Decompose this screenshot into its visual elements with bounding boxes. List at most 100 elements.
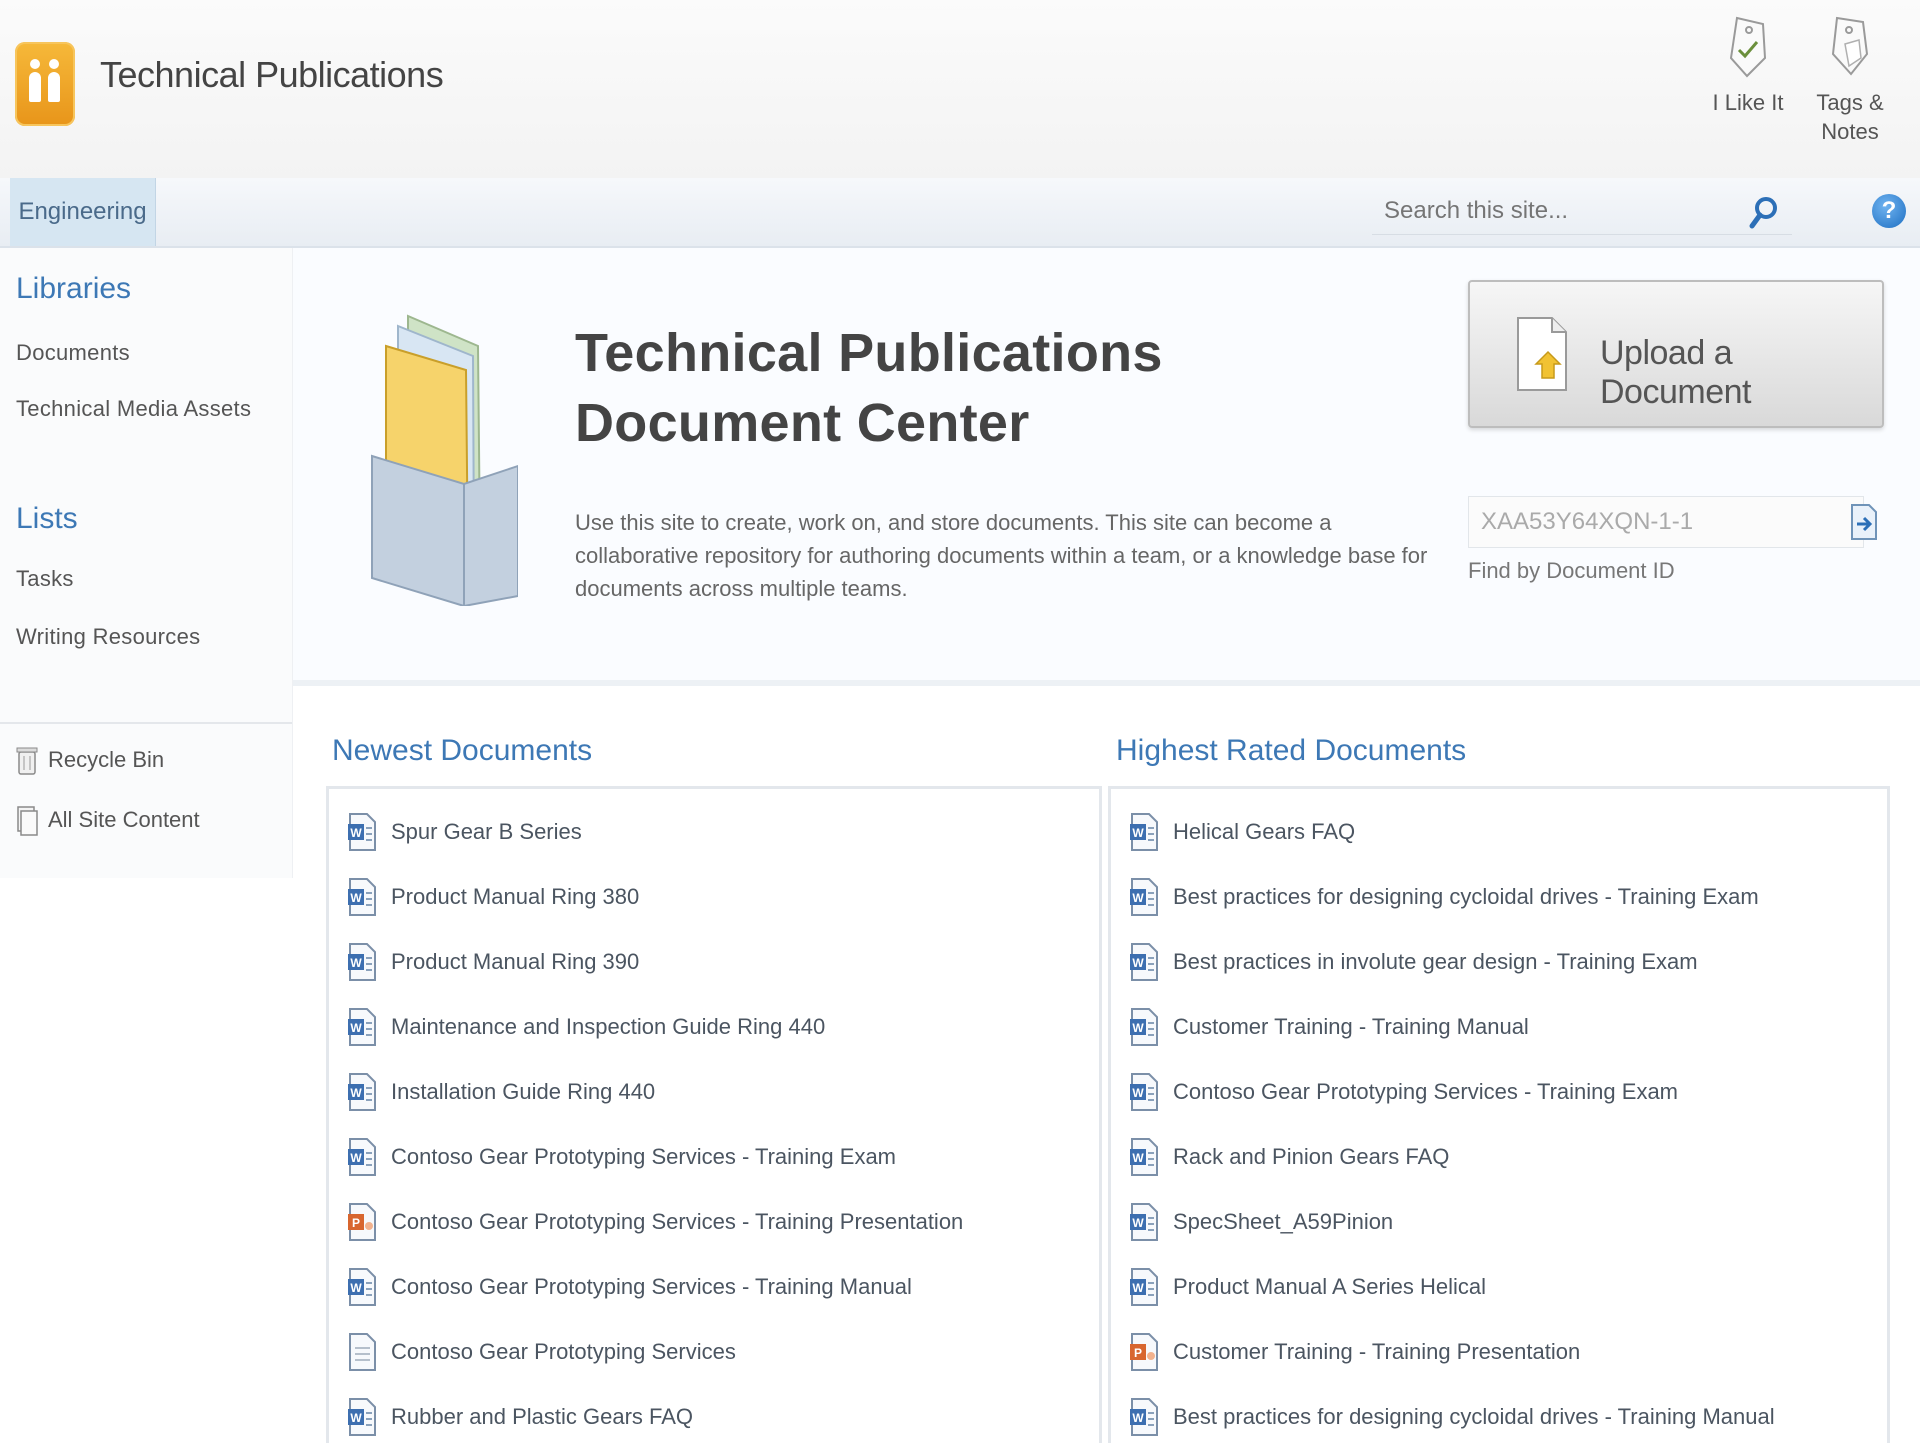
- highest-rated-document-item[interactable]: W Rack and Pinion Gears FAQ: [1129, 1132, 1449, 1182]
- svg-text:W: W: [350, 891, 362, 905]
- highest-rated-document-item-label[interactable]: Best practices in involute gear design -…: [1173, 949, 1698, 975]
- highest-rated-document-item[interactable]: W Customer Training - Training Manual: [1129, 1002, 1529, 1052]
- svg-text:W: W: [350, 956, 362, 970]
- upload-document-label: Upload a Document: [1600, 334, 1751, 411]
- highest-rated-document-item-label[interactable]: Rack and Pinion Gears FAQ: [1173, 1144, 1449, 1170]
- lists-heading[interactable]: Lists: [16, 502, 78, 536]
- newest-document-item-label[interactable]: Installation Guide Ring 440: [391, 1079, 655, 1105]
- highest-rated-document-item[interactable]: W Helical Gears FAQ: [1129, 807, 1355, 857]
- tags-notes-button[interactable]: Tags & Notes: [1802, 14, 1898, 146]
- document-id-input[interactable]: [1468, 496, 1864, 548]
- search-icon[interactable]: [1744, 194, 1782, 232]
- word-doc-icon: W: [1130, 1008, 1158, 1046]
- newest-document-item-label[interactable]: Contoso Gear Prototyping Services - Trai…: [391, 1144, 896, 1170]
- word-doc-icon: W: [348, 878, 376, 916]
- page-title: Technical Publications Document Center: [575, 323, 1163, 453]
- highest-rated-document-item-label[interactable]: Customer Training - Training Manual: [1173, 1014, 1529, 1040]
- highest-rated-documents-title[interactable]: Highest Rated Documents: [1116, 734, 1466, 768]
- recycle-bin-link[interactable]: Recycle Bin: [16, 744, 164, 776]
- highest-rated-document-item[interactable]: W Best practices for designing cycloidal …: [1129, 872, 1759, 922]
- highest-rated-document-item-label[interactable]: Contoso Gear Prototyping Services - Trai…: [1173, 1079, 1678, 1105]
- highest-rated-documents-list: W Helical Gears FAQ W Best practices for de…: [1108, 786, 1890, 1443]
- help-icon[interactable]: ?: [1872, 194, 1906, 228]
- newest-document-item-label[interactable]: Contoso Gear Prototyping Services - Trai…: [391, 1274, 912, 1300]
- newest-document-item-label[interactable]: Contoso Gear Prototyping Services: [391, 1339, 736, 1365]
- newest-document-item-label[interactable]: Product Manual Ring 380: [391, 884, 639, 910]
- newest-document-item[interactable]: Contoso Gear Prototyping Services: [347, 1327, 736, 1377]
- recycle-bin-icon: [16, 747, 38, 775]
- leftnav-item-writing-resources[interactable]: Writing Resources: [16, 624, 200, 650]
- highest-rated-document-item-label[interactable]: Best practices for designing cycloidal d…: [1173, 1404, 1775, 1430]
- newest-document-item-label[interactable]: Product Manual Ring 390: [391, 949, 639, 975]
- document-id-label: Find by Document ID: [1468, 558, 1675, 583]
- word-doc-icon: W: [1130, 1268, 1158, 1306]
- highest-rated-document-item[interactable]: W Best practices for designing cycloidal …: [1129, 1392, 1775, 1442]
- word-doc-icon: W: [348, 1008, 376, 1046]
- newest-document-item[interactable]: W Contoso Gear Prototyping Services - Tra…: [347, 1262, 912, 1312]
- highest-rated-document-item[interactable]: W Contoso Gear Prototyping Services - Tra…: [1129, 1067, 1678, 1117]
- word-doc-icon: W: [1130, 1203, 1158, 1241]
- tag-icon: [1831, 16, 1869, 76]
- word-doc-icon: W: [348, 1073, 376, 1111]
- highest-rated-document-item-label[interactable]: Helical Gears FAQ: [1173, 819, 1355, 845]
- svg-text:W: W: [1132, 1021, 1144, 1035]
- newest-documents-title[interactable]: Newest Documents: [332, 734, 592, 768]
- find-document-go-icon[interactable]: [1849, 502, 1879, 542]
- leftnav-item-tasks[interactable]: Tasks: [16, 566, 74, 592]
- all-site-content-label: All Site Content: [48, 807, 200, 832]
- highest-rated-document-item-label[interactable]: Product Manual A Series Helical: [1173, 1274, 1486, 1300]
- generic-doc-icon: [349, 1333, 376, 1371]
- newest-document-item[interactable]: W Spur Gear B Series: [347, 807, 582, 857]
- newest-document-item-label[interactable]: Contoso Gear Prototyping Services - Trai…: [391, 1209, 963, 1235]
- welcome-panel: Technical Publications Document Center U…: [293, 248, 1920, 686]
- highest-rated-document-item-label[interactable]: Best practices for designing cycloidal d…: [1173, 884, 1759, 910]
- tab-engineering[interactable]: Engineering: [10, 178, 156, 246]
- highest-rated-document-item[interactable]: W Best practices in involute gear design …: [1129, 937, 1698, 987]
- left-navigation: Libraries Documents Technical Media Asse…: [0, 248, 293, 878]
- svg-text:W: W: [350, 826, 362, 840]
- recycle-bin-label: Recycle Bin: [48, 747, 165, 772]
- newest-document-item[interactable]: W Product Manual Ring 390: [347, 937, 639, 987]
- highest-rated-document-item[interactable]: W Product Manual A Series Helical: [1129, 1262, 1486, 1312]
- newest-document-item[interactable]: W Product Manual Ring 380: [347, 872, 639, 922]
- libraries-heading[interactable]: Libraries: [16, 272, 131, 306]
- all-site-content-link[interactable]: All Site Content: [16, 804, 200, 836]
- i-like-it-button[interactable]: I Like It: [1700, 14, 1796, 117]
- svg-text:P: P: [1134, 1346, 1142, 1360]
- newest-document-item[interactable]: W Contoso Gear Prototyping Services - Tra…: [347, 1132, 896, 1182]
- newest-documents-list: W Spur Gear B Series W Product Manual Ring …: [326, 786, 1102, 1443]
- leftnav-divider: [0, 722, 292, 724]
- word-doc-icon: W: [1130, 1073, 1158, 1111]
- highest-rated-document-item[interactable]: W SpecSheet_A59Pinion: [1129, 1197, 1393, 1247]
- newest-document-item-label[interactable]: Maintenance and Inspection Guide Ring 44…: [391, 1014, 825, 1040]
- highest-rated-document-item[interactable]: P Customer Training - Training Presentati…: [1129, 1327, 1580, 1377]
- svg-text:W: W: [350, 1086, 362, 1100]
- site-logo-icon[interactable]: [15, 42, 75, 126]
- newest-document-item[interactable]: W Maintenance and Inspection Guide Ring 4…: [347, 1002, 825, 1052]
- search-input[interactable]: [1372, 190, 1746, 232]
- word-doc-icon: W: [348, 813, 376, 851]
- highest-rated-document-item-label[interactable]: Customer Training - Training Presentatio…: [1173, 1339, 1580, 1365]
- site-content-icon: [17, 806, 38, 836]
- word-doc-icon: W: [348, 1268, 376, 1306]
- document-center-illustration: [371, 314, 518, 606]
- word-doc-icon: W: [1130, 813, 1158, 851]
- search-box: [1372, 190, 1792, 235]
- newest-document-item[interactable]: W Rubber and Plastic Gears FAQ: [347, 1392, 693, 1442]
- svg-text:P: P: [352, 1216, 360, 1230]
- newest-document-item-label[interactable]: Spur Gear B Series: [391, 819, 582, 845]
- site-title[interactable]: Technical Publications: [100, 54, 444, 96]
- newest-document-item[interactable]: P Contoso Gear Prototyping Services - Tra…: [347, 1197, 963, 1247]
- leftnav-item-technical-media-assets[interactable]: Technical Media Assets: [16, 396, 251, 422]
- i-like-it-label: I Like It: [1712, 90, 1784, 115]
- leftnav-item-documents[interactable]: Documents: [16, 340, 130, 366]
- svg-text:W: W: [1132, 1411, 1144, 1425]
- newest-document-item[interactable]: W Installation Guide Ring 440: [347, 1067, 655, 1117]
- word-doc-icon: W: [348, 1398, 376, 1436]
- newest-document-item-label[interactable]: Rubber and Plastic Gears FAQ: [391, 1404, 693, 1430]
- word-doc-icon: W: [1130, 1398, 1158, 1436]
- upload-document-button[interactable]: Upload a Document: [1468, 280, 1884, 428]
- highest-rated-document-item-label[interactable]: SpecSheet_A59Pinion: [1173, 1209, 1393, 1235]
- powerpoint-icon: P: [1130, 1333, 1158, 1371]
- svg-text:W: W: [1132, 891, 1144, 905]
